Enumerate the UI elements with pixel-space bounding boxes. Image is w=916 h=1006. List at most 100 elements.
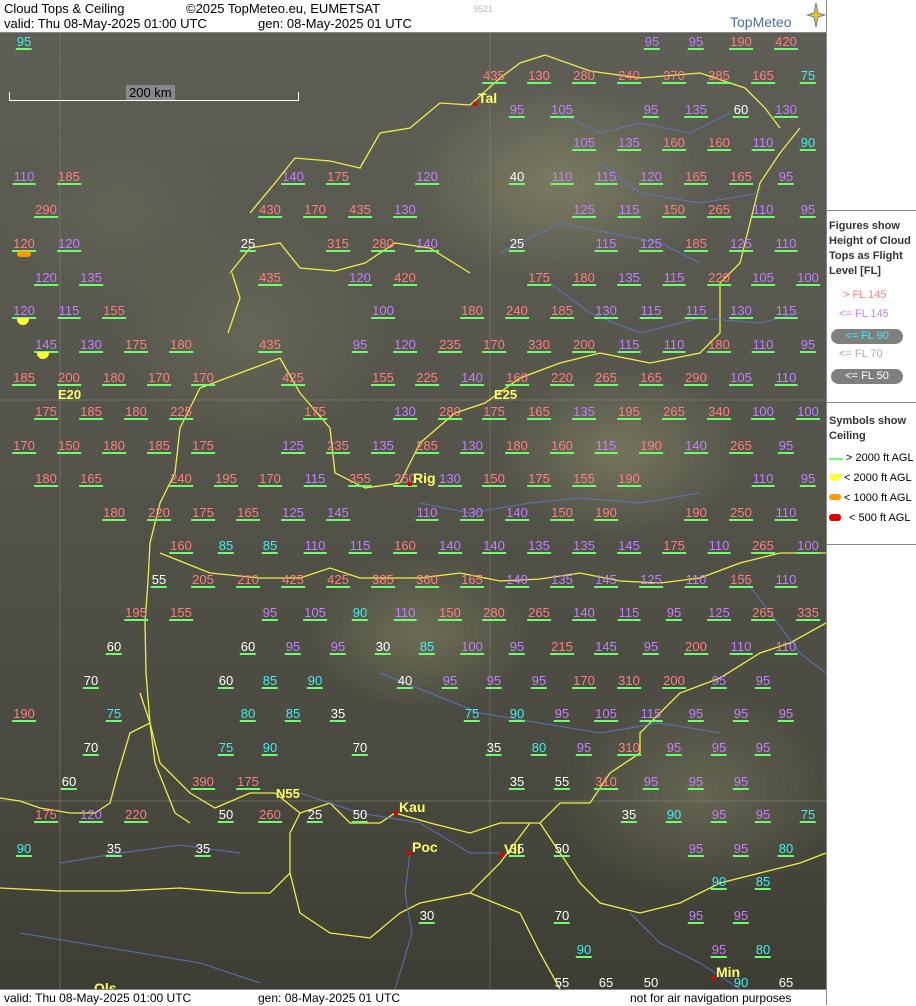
cloud-top-label: 130 [393, 202, 417, 218]
footer-generation-time: gen: 08-May-2025 01 UTC [258, 991, 401, 1005]
cloud-top-label: 85 [754, 874, 772, 890]
cloud-top-label: 30 [418, 908, 436, 924]
cloud-top-label: 180 [505, 438, 529, 454]
cloud-top-label: 60 [60, 774, 78, 790]
cloud-top-label: 75 [799, 68, 817, 84]
cloud-top-label: 155 [371, 370, 395, 386]
cloud-top-label: 175 [34, 404, 58, 420]
cloud-top-label: 310 [617, 673, 641, 689]
cloud-top-label: 110 [751, 135, 775, 151]
cloud-top-label: 125 [281, 505, 305, 521]
cloud-top-label: 120 [415, 169, 439, 185]
cloud-top-label: 425 [281, 370, 305, 386]
city-dot [499, 853, 503, 857]
cloud-top-label: 180 [460, 303, 484, 319]
cloud-top-label: 190 [617, 471, 641, 487]
cloud-top-label: 115 [348, 538, 372, 554]
legend-symbol-low-ceiling: < 2000 ft AGL [827, 472, 916, 488]
cloud-top-label: 185 [550, 303, 574, 319]
legend-level-lowest: <= FL 50 [831, 369, 903, 384]
cloud-top-label: 110 [550, 169, 574, 185]
cloud-top-label: 55 [150, 572, 168, 588]
cloud-top-label: 95 [485, 673, 503, 689]
cloud-map[interactable]: 200 km 95 95 95 190 420 435 130 280 240 370 385 165… [0, 33, 826, 989]
cloud-top-label: 150 [662, 202, 686, 218]
cloud-top-label: 70 [82, 673, 100, 689]
cloud-top-label: 180 [169, 337, 193, 353]
cloud-top-label: 265 [527, 605, 551, 621]
legend-panel: Figures show Height of Cloud Tops as Fli… [826, 0, 916, 1005]
cloud-top-label: 145 [617, 538, 641, 554]
scale-bar-label: 200 km [126, 85, 175, 100]
figures-title-line: Level [FL] [829, 265, 881, 277]
cloud-top-label: 95 [508, 102, 526, 118]
city-dot [408, 482, 412, 486]
cloud-top-label: 190 [594, 505, 618, 521]
cloud-top-label: 160 [662, 135, 686, 151]
cloud-top-label: 190 [639, 438, 663, 454]
cloud-top-label: 95 [15, 34, 33, 50]
cloud-top-label: 125 [281, 438, 305, 454]
cloud-top-label: 390 [191, 774, 215, 790]
cloud-top-label: 260 [258, 807, 282, 823]
cloud-top-label: 225 [169, 404, 193, 420]
cloud-top-label: 130 [594, 303, 618, 319]
cloud-top-label: 160 [505, 370, 529, 386]
cloud-top-label: 95 [754, 807, 772, 823]
cloud-top-label: 95 [732, 908, 750, 924]
topmeteo-logo[interactable]: TopMeteo [730, 14, 791, 30]
cloud-top-label: 185 [147, 438, 171, 454]
cloud-top-label: 265 [751, 538, 775, 554]
cloud-top-label: 95 [284, 639, 302, 655]
cloud-top-label: 95 [530, 673, 548, 689]
cloud-top-label: 95 [732, 774, 750, 790]
cloud-top-label: 65 [598, 975, 614, 989]
cloud-top-label: 105 [303, 605, 327, 621]
cloud-top-label: 110 [393, 605, 417, 621]
cloud-top-label: 60 [105, 639, 123, 655]
city-dot [711, 976, 715, 980]
cloud-top-label: 110 [751, 202, 775, 218]
cloud-top-label: 120 [34, 270, 58, 286]
grid-coordinate-label: N55 [276, 786, 300, 801]
cloud-top-label: 165 [460, 572, 484, 588]
cloud-top-label: 100 [796, 538, 820, 554]
cloud-top-label: 135 [527, 538, 551, 554]
cloud-top-label: 115 [684, 303, 708, 319]
cloud-top-label: 145 [594, 639, 618, 655]
cloud-top-label: 55 [554, 975, 570, 989]
cloud-top-label: 95 [710, 942, 728, 958]
city-label: Min [716, 964, 741, 980]
cloud-top-label: 115 [617, 337, 641, 353]
cloud-top-label: 140 [482, 538, 506, 554]
cloud-top-label: 70 [553, 908, 571, 924]
cloud-top-label: 265 [751, 605, 775, 621]
cloud-top-label: 135 [572, 404, 596, 420]
cloud-top-label: 110 [662, 337, 686, 353]
cloud-top-label: 90 [710, 874, 728, 890]
cloud-top-label: 175 [527, 270, 551, 286]
orange-bar-icon [829, 494, 841, 500]
cloud-top-label: 160 [707, 135, 731, 151]
cloud-top-label: 95 [799, 471, 817, 487]
cloud-top-label: 115 [774, 303, 798, 319]
cloud-top-label: 200 [684, 639, 708, 655]
cloud-top-label: 145 [34, 337, 58, 353]
cloud-top-label: 110 [707, 538, 731, 554]
cloud-top-label: 190 [12, 706, 36, 722]
cloud-top-label: 215 [550, 639, 574, 655]
cloud-top-label: 115 [639, 706, 663, 722]
cloud-top-label: 65 [778, 975, 794, 989]
cloud-top-label: 240 [505, 303, 529, 319]
cloud-top-label: 265 [707, 202, 731, 218]
cloud-top-label: 180 [124, 404, 148, 420]
cloud-top-label: 35 [485, 740, 503, 756]
cloud-top-label: 140 [505, 572, 529, 588]
cloud-top-label: 175 [34, 807, 58, 823]
cloud-top-label: 195 [617, 404, 641, 420]
symbol-label: < 1000 ft AGL [844, 492, 912, 504]
cloud-top-label: 80 [777, 841, 795, 857]
cloud-top-label: 175 [236, 774, 260, 790]
cloud-top-label: 190 [684, 505, 708, 521]
cloud-top-label: 175 [662, 538, 686, 554]
